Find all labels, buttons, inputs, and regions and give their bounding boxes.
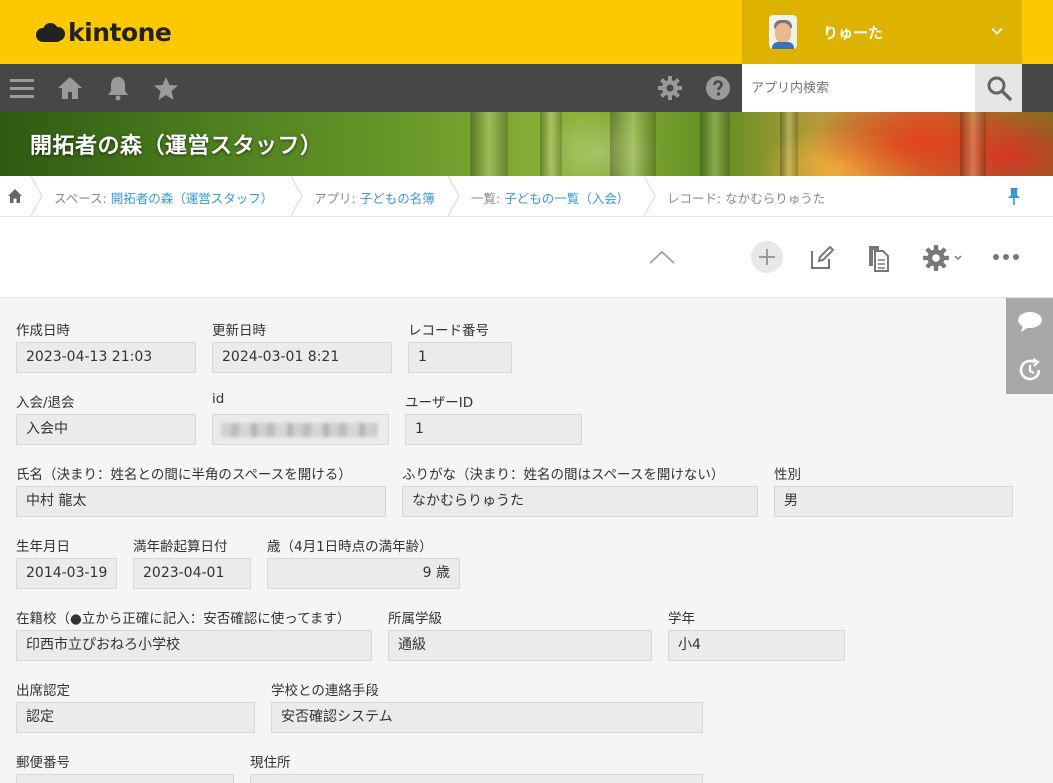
app-search: [742, 64, 975, 112]
history-tab[interactable]: [1006, 346, 1053, 394]
gear-icon[interactable]: [656, 64, 684, 112]
pencil-icon: [811, 245, 834, 269]
school-contact-value: 安否確認システム: [271, 702, 703, 733]
record-number-value: 1: [408, 342, 512, 373]
search-icon: [987, 76, 1012, 101]
bell-icon[interactable]: [104, 64, 132, 112]
attendance-value: 認定: [16, 702, 255, 733]
help-icon[interactable]: [704, 64, 732, 112]
breadcrumb-list-link[interactable]: 子どもの一覧（入会）: [504, 191, 629, 206]
breadcrumb-space-link[interactable]: 開拓者の森（運営スタッフ）: [111, 191, 274, 206]
updated-at-value: 2024-03-01 8:21: [212, 342, 392, 373]
add-record-button[interactable]: [751, 241, 783, 273]
copy-icon: [869, 246, 889, 272]
comment-icon: [1017, 312, 1042, 332]
created-at-value: 2023-04-13 21:03: [16, 342, 196, 373]
breadcrumb: スペース: 開拓者の森（運営スタッフ） アプリ: 子どもの名簿 一覧: 子どもの…: [0, 176, 1053, 217]
collapse-icon[interactable]: [646, 245, 678, 269]
class-value: 通級: [388, 630, 652, 661]
breadcrumb-list: 一覧: 子どもの一覧（入会）: [471, 191, 630, 206]
breadcrumb-separator: [643, 176, 656, 216]
chevron-down-icon: [991, 27, 1003, 35]
user-id-value: 1: [405, 414, 582, 445]
id-value-redacted: [212, 414, 389, 445]
history-icon: [1019, 358, 1040, 381]
user-name: りゅーた: [823, 23, 884, 42]
pin-icon[interactable]: [1006, 187, 1022, 205]
more-options-button[interactable]: [990, 247, 1022, 267]
breadcrumb-separator: [30, 176, 43, 216]
breadcrumb-record: レコード: なかむらりゅうた: [667, 191, 826, 206]
comments-tab[interactable]: [1006, 298, 1053, 346]
menu-icon[interactable]: [6, 64, 38, 112]
name-value: 中村 龍太: [16, 486, 386, 517]
record-settings-button[interactable]: [918, 243, 966, 273]
space-banner: 開拓者の森（運営スタッフ）: [0, 112, 1053, 176]
edit-record-button[interactable]: [807, 244, 835, 272]
gear-icon: [922, 245, 949, 271]
avatar: [769, 15, 797, 49]
cloud-logo-icon: [36, 21, 66, 43]
breadcrumb-separator: [447, 176, 460, 216]
record-action-bar: [0, 217, 1053, 298]
furigana-value: なかむらりゅうた: [402, 486, 758, 517]
search-button[interactable]: [975, 64, 1022, 112]
grade-value: 小4: [668, 630, 845, 661]
user-menu[interactable]: りゅーた: [742, 0, 1022, 64]
duplicate-record-button[interactable]: [864, 243, 892, 273]
record-side-panel: [1006, 298, 1053, 394]
breadcrumb-space: スペース: 開拓者の森（運営スタッフ）: [54, 191, 274, 206]
age-value: 9 歳: [267, 558, 460, 589]
age-base-date-value: 2023-04-01: [133, 558, 251, 589]
ellipsis-icon: [993, 254, 1019, 260]
address-value: [250, 774, 703, 783]
kintone-logo[interactable]: kintone: [36, 17, 172, 47]
global-header: kintone りゅーた: [0, 0, 1053, 64]
home-icon[interactable]: [7, 188, 23, 204]
space-title: 開拓者の森（運営スタッフ）: [30, 134, 323, 159]
school-value: 印西市立ぴおねろ小学校: [16, 630, 372, 661]
membership-value: 入会中: [16, 414, 196, 445]
breadcrumb-app: アプリ: 子どもの名簿: [314, 191, 435, 206]
chevron-down-icon: [954, 255, 961, 260]
breadcrumb-app-link[interactable]: 子どもの名簿: [360, 191, 435, 206]
breadcrumb-separator: [290, 176, 303, 216]
gender-value: 男: [774, 486, 1013, 517]
plus-icon: [759, 249, 775, 265]
logo-text: kintone: [68, 17, 172, 47]
birthdate-value: 2014-03-19: [16, 558, 117, 589]
search-input[interactable]: [742, 64, 975, 112]
home-icon[interactable]: [56, 64, 84, 112]
postal-code-value: [16, 774, 234, 783]
star-icon[interactable]: [152, 64, 180, 112]
